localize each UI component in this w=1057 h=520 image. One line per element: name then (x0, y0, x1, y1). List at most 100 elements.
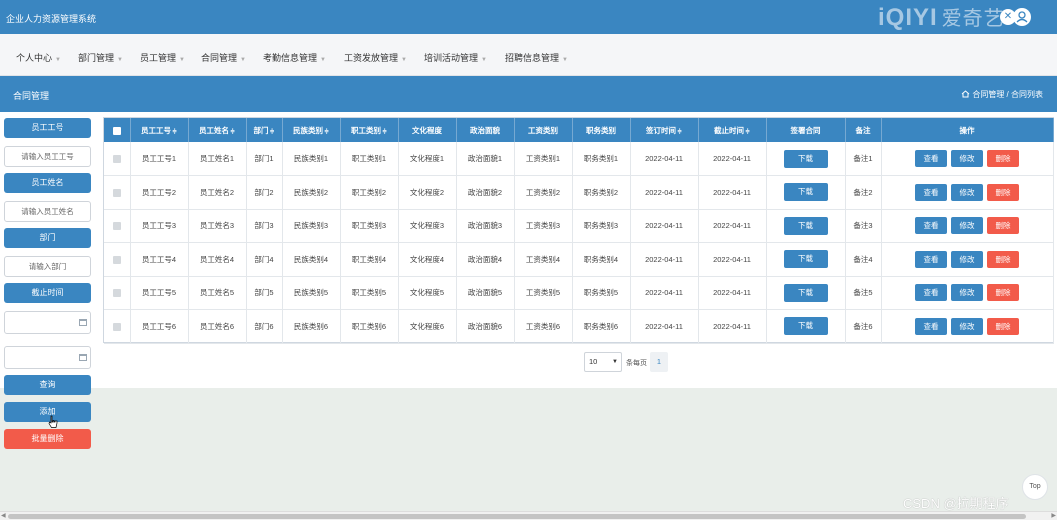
home-icon[interactable] (961, 90, 970, 98)
chevron-down-icon: ▼ (240, 57, 246, 63)
col-salary-type[interactable]: 工资类别 (514, 118, 573, 142)
download-button[interactable]: 下载 (783, 317, 828, 336)
table-row: 员工工号1 员工姓名1 部门1 民族类别1 职工类别1 文化程度1 政治面貌1 工资类别1 职务… (104, 142, 1054, 176)
row-checkbox[interactable] (104, 309, 131, 344)
delete-button[interactable]: 删除 (987, 317, 1019, 335)
view-button[interactable]: 查看 (915, 183, 947, 201)
employee-no-input[interactable]: 请输入员工工号 (4, 146, 91, 167)
chevron-down-icon: ▼ (562, 57, 568, 63)
col-sign-date[interactable]: 签订时间≑ (630, 118, 699, 142)
cell-ethnic: 民族类别2 (282, 175, 341, 210)
query-button[interactable]: 查询 (4, 375, 91, 395)
batch-delete-button[interactable]: 批量删除 (4, 429, 91, 449)
nav-department-management[interactable]: 部门管理 ▼ (78, 51, 123, 64)
end-time-end-input[interactable] (4, 346, 91, 369)
cell-employee-no: 员工工号4 (130, 242, 189, 277)
nav-attendance-management[interactable]: 考勤信息管理 ▼ (263, 51, 326, 64)
cell-ethnic: 民族类别5 (282, 276, 341, 310)
department-input[interactable]: 请输入部门 (4, 256, 91, 277)
table-row: 员工工号4 员工姓名4 部门4 民族类别4 职工类别4 文化程度4 政治面貌4 工资类别4 职务… (104, 242, 1054, 277)
cell-contract: 下载 (766, 175, 846, 210)
delete-button[interactable]: 删除 (987, 284, 1019, 302)
view-button[interactable]: 查看 (915, 317, 947, 335)
breadcrumb[interactable]: 合同管理 / 合同列表 (961, 89, 1043, 100)
view-button[interactable]: 查看 (915, 250, 947, 268)
cell-education: 文化程度4 (398, 242, 457, 277)
cell-contract: 下载 (766, 142, 846, 176)
back-to-top-button[interactable]: Top (1022, 474, 1048, 500)
row-checkbox[interactable] (104, 175, 131, 210)
table-row: 员工工号6 员工姓名6 部门6 民族类别6 职工类别6 文化程度6 政治面貌6 工资类别6 职务… (104, 309, 1054, 344)
edit-button[interactable]: 修改 (951, 317, 983, 335)
page-title: 合同管理 (13, 91, 50, 101)
edit-button[interactable]: 修改 (951, 217, 983, 235)
cell-ethnic: 民族类别4 (282, 242, 341, 277)
col-employee-name[interactable]: 员工姓名≑ (188, 118, 247, 142)
page-size-select[interactable]: 10 ▼ (584, 352, 622, 372)
view-button[interactable]: 查看 (915, 284, 947, 302)
scrollbar-thumb[interactable] (8, 514, 1026, 519)
cell-education: 文化程度1 (398, 142, 457, 176)
col-end-date[interactable]: 截止时间≑ (698, 118, 767, 142)
employee-name-input[interactable]: 请输入员工姓名 (4, 201, 91, 222)
edit-button[interactable]: 修改 (951, 183, 983, 201)
cell-department: 部门5 (246, 276, 283, 310)
nav-employee-management[interactable]: 员工管理 ▼ (140, 51, 185, 64)
cell-employee-name: 员工姓名1 (188, 142, 247, 176)
row-checkbox[interactable] (104, 276, 131, 310)
col-staff-type[interactable]: 职工类别≑ (340, 118, 399, 142)
col-department[interactable]: 部门≑ (246, 118, 283, 142)
edit-button[interactable]: 修改 (951, 250, 983, 268)
chevron-down-icon: ▼ (320, 57, 326, 63)
chevron-down-icon: ▼ (612, 359, 618, 365)
nav-salary-management[interactable]: 工资发放管理 ▼ (344, 51, 407, 64)
col-duty-type[interactable]: 职务类别 (572, 118, 631, 142)
employee-no-label: 员工工号 (4, 118, 91, 138)
col-education[interactable]: 文化程度 (398, 118, 457, 142)
download-button[interactable]: 下载 (783, 216, 828, 235)
cell-political: 政治面貌2 (456, 175, 515, 210)
download-button[interactable]: 下载 (783, 250, 828, 269)
row-checkbox[interactable] (104, 142, 131, 176)
calendar-icon[interactable] (79, 319, 87, 326)
nav-personal-center[interactable]: 个人中心 ▼ (16, 51, 61, 64)
end-time-start-input[interactable] (4, 311, 91, 334)
cell-political: 政治面貌4 (456, 242, 515, 277)
col-actions: 操作 (881, 118, 1054, 142)
col-ethnic[interactable]: 民族类别≑ (282, 118, 341, 142)
select-all-checkbox[interactable] (104, 118, 131, 142)
cell-actions: 查看 修改 删除 (881, 209, 1054, 243)
edit-button[interactable]: 修改 (951, 284, 983, 302)
delete-button[interactable]: 删除 (987, 150, 1019, 167)
col-note: 备注 (845, 118, 882, 142)
table-row: 员工工号3 员工姓名3 部门3 民族类别3 职工类别3 文化程度3 政治面貌3 工资类别3 职务… (104, 209, 1054, 243)
edit-button[interactable]: 修改 (951, 150, 983, 167)
download-button[interactable]: 下载 (783, 283, 828, 302)
nav-contract-management[interactable]: 合同管理 ▼ (201, 51, 246, 64)
col-employee-no[interactable]: 员工工号≑ (130, 118, 189, 142)
cell-department: 部门6 (246, 309, 283, 344)
col-political[interactable]: 政治面貌 (456, 118, 515, 142)
delete-button[interactable]: 删除 (987, 183, 1019, 201)
delete-button[interactable]: 删除 (987, 217, 1019, 235)
iqiyi-watermark: iQIYI 爱奇艺 (878, 4, 1005, 31)
view-button[interactable]: 查看 (915, 150, 947, 167)
nav-training-management[interactable]: 培训活动管理 ▼ (424, 51, 487, 64)
download-button[interactable]: 下载 (783, 183, 828, 202)
row-checkbox[interactable] (104, 242, 131, 277)
download-button[interactable]: 下载 (783, 149, 828, 168)
row-checkbox[interactable] (104, 209, 131, 243)
delete-button[interactable]: 删除 (987, 250, 1019, 268)
calendar-icon[interactable] (79, 354, 87, 361)
cell-education: 文化程度3 (398, 209, 457, 243)
user-icon[interactable] (1013, 8, 1031, 26)
cell-employee-name: 员工姓名6 (188, 309, 247, 344)
cell-sign-date: 2022-04-11 (630, 175, 699, 210)
nav-recruitment-management[interactable]: 招聘信息管理 ▼ (505, 51, 568, 64)
table-header-row: 员工工号≑ 员工姓名≑ 部门≑ 民族类别≑ 职工类别≑ 文化程度 政治面貌 工资… (104, 118, 1054, 142)
view-button[interactable]: 查看 (915, 217, 947, 235)
per-page-label: 条每页 (626, 360, 647, 367)
horizontal-scrollbar[interactable]: ◀ ▶ (0, 511, 1057, 520)
cell-education: 文化程度6 (398, 309, 457, 344)
page-button-current[interactable]: 1 (650, 352, 668, 372)
